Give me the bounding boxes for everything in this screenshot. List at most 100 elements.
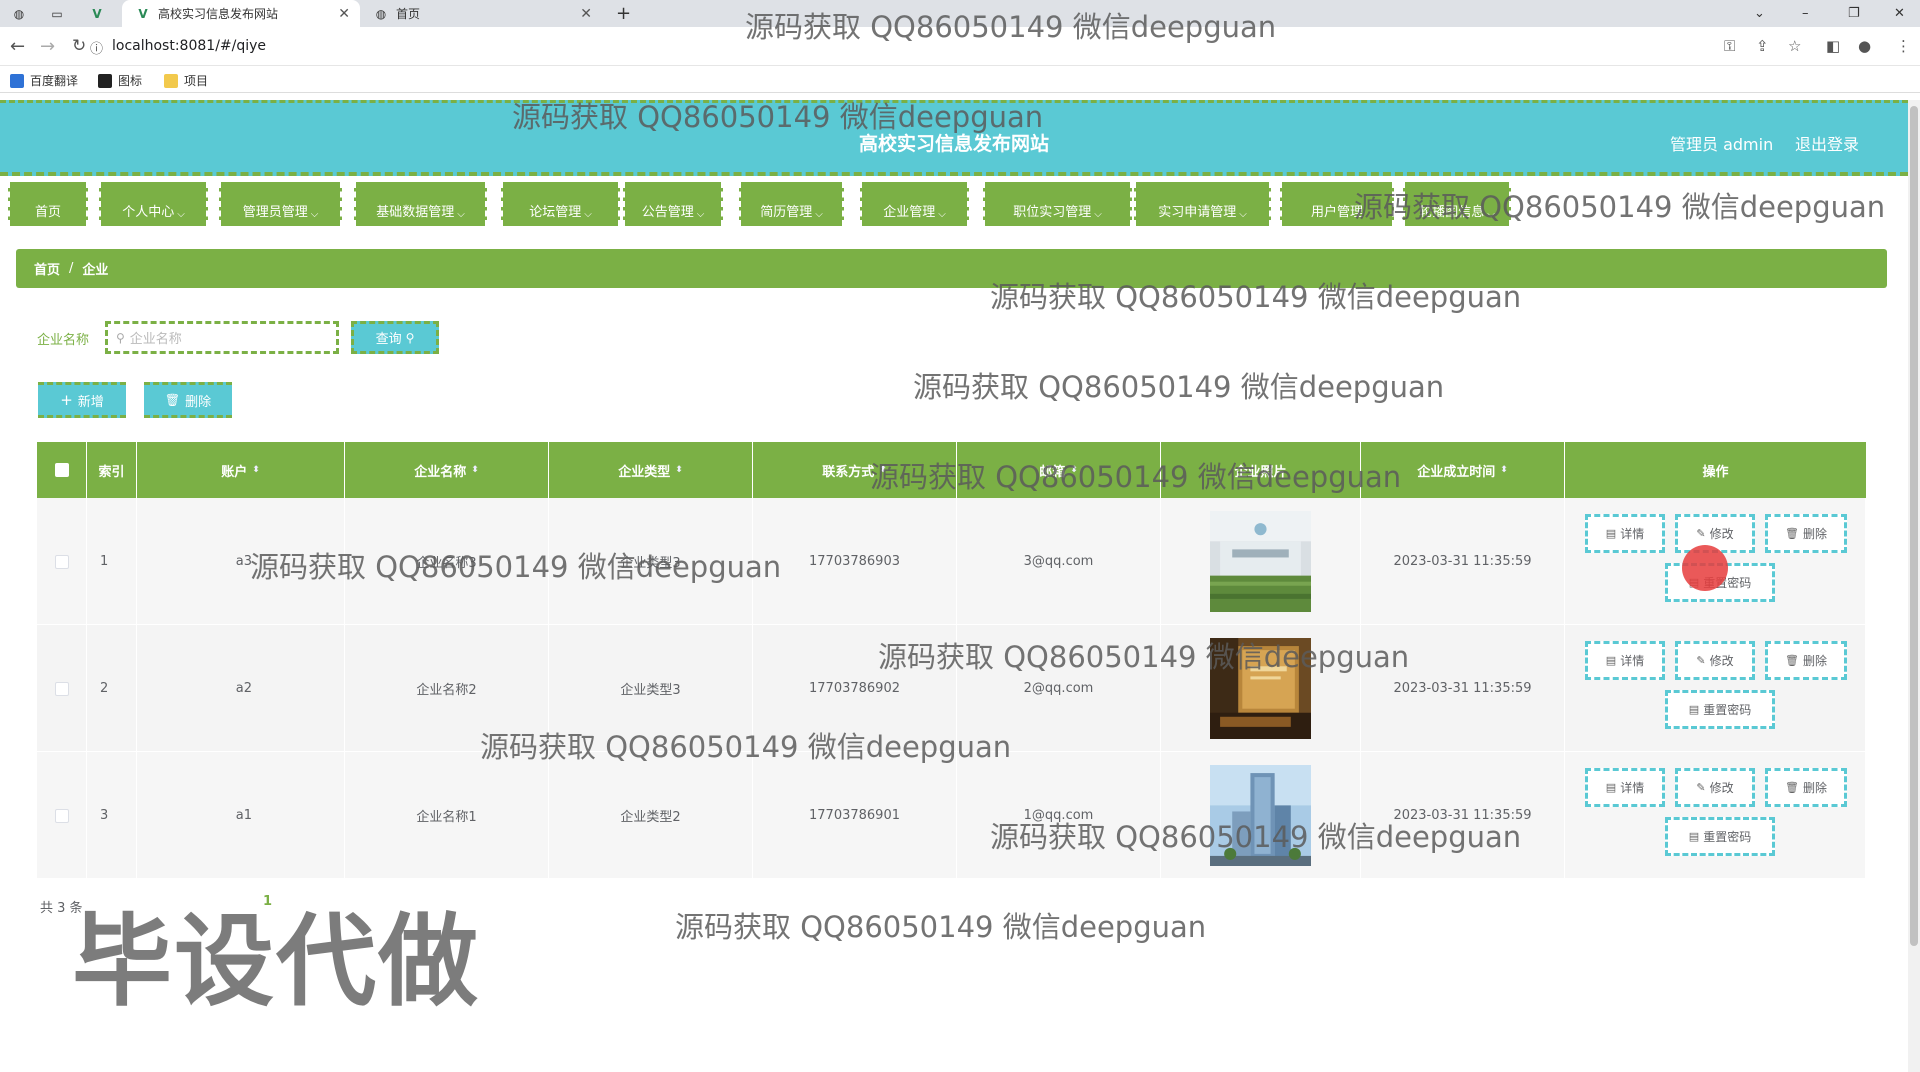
tab-pinned-blank[interactable]: ▭	[44, 0, 78, 27]
detail-button[interactable]: ▤ 详情	[1585, 514, 1665, 553]
tab-home[interactable]: ◍ 首页 ✕	[362, 0, 602, 27]
reload-icon[interactable]: ↻	[72, 36, 86, 56]
tab-pinned-globe[interactable]: ◍	[6, 0, 40, 27]
nav-item-label: 用户管理	[1310, 205, 1363, 220]
cell-company-name: 企业名称3	[345, 498, 549, 625]
action-label: 修改	[1709, 527, 1734, 541]
company-name-search-input[interactable]: ⚲ 企业名称	[105, 321, 339, 354]
share-icon[interactable]: ⇪	[1756, 37, 1769, 55]
vertical-scrollbar[interactable]	[1908, 100, 1920, 1072]
query-button[interactable]: 查询 ⚲	[351, 321, 439, 354]
edit-button[interactable]: ✎ 修改	[1675, 768, 1755, 807]
search-icon: ⚲	[116, 330, 125, 345]
nav-item[interactable]: 用户管理	[1280, 182, 1394, 226]
breadcrumb-home[interactable]: 首页	[34, 259, 60, 278]
scrollbar-thumb[interactable]	[1910, 106, 1918, 946]
cell-company-type: 企业类型2	[549, 752, 753, 879]
document-icon: ▤	[1605, 654, 1617, 667]
col-header[interactable]: 企业类型 ⬍	[549, 442, 753, 498]
delete-button[interactable]: 🗑 删除	[1765, 768, 1847, 807]
nav-item[interactable]: 简历管理 ⌵	[739, 182, 844, 226]
company-photo[interactable]	[1210, 511, 1311, 612]
nav-item[interactable]: 职位实习管理 ⌵	[983, 182, 1132, 226]
col-header[interactable]: 企业名称 ⬍	[345, 442, 549, 498]
sort-icon[interactable]: ⬍	[1070, 465, 1078, 475]
logout-link[interactable]: 退出登录	[1795, 131, 1859, 155]
cell-text: 2@qq.com	[1023, 681, 1094, 696]
key-icon[interactable]: ⚿	[1724, 37, 1735, 55]
bookmark-item[interactable]: 图标	[98, 72, 142, 89]
col-header[interactable]: 联系方式 ⬍	[753, 442, 957, 498]
site-info-icon[interactable]: ⓘ	[90, 38, 103, 57]
nav-item[interactable]: 轮播图信息 ⌵	[1403, 182, 1511, 226]
admin-label: 管理员 admin	[1670, 135, 1774, 154]
delete-button[interactable]: 🗑 删除	[1765, 641, 1847, 680]
bookmark-item[interactable]: 项目	[164, 72, 208, 89]
select-all-checkbox[interactable]	[37, 442, 87, 498]
profile-avatar-icon[interactable]: ●	[1858, 37, 1871, 55]
nav-item[interactable]: 企业管理 ⌵	[860, 182, 969, 226]
detail-button[interactable]: ▤ 详情	[1585, 641, 1665, 680]
add-button[interactable]: + 新增	[38, 382, 126, 418]
translate-icon	[10, 73, 24, 88]
close-tab-icon[interactable]: ✕	[338, 6, 350, 22]
sort-icon[interactable]: ⬍	[471, 465, 479, 475]
nav-item[interactable]: 个人中心 ⌵	[99, 182, 208, 226]
restore-icon[interactable]: ❐	[1848, 0, 1860, 27]
back-arrow-icon[interactable]: ←	[10, 36, 25, 57]
tab-active[interactable]: V 高校实习信息发布网站 ✕	[122, 0, 360, 27]
delete-button[interactable]: 🗑 删除	[1765, 514, 1847, 553]
cell-text: 3	[100, 808, 109, 823]
company-photo[interactable]	[1210, 638, 1311, 739]
nav-item[interactable]: 管理员管理 ⌵	[219, 182, 342, 226]
bookmark-item[interactable]: 百度翻译	[10, 72, 78, 89]
nav-item[interactable]: 公告管理 ⌵	[623, 182, 723, 226]
row-checkbox[interactable]	[37, 498, 87, 625]
sort-icon[interactable]: ⬍	[675, 465, 683, 475]
nav-item-label: 个人中心	[122, 205, 175, 220]
window-close-icon[interactable]: ✕	[1894, 0, 1905, 27]
nav-item[interactable]: 首页	[8, 182, 88, 226]
col-label: 索引	[98, 464, 125, 480]
vue-logo-icon: V	[92, 6, 102, 21]
nav-item[interactable]: 基础数据管理 ⌵	[354, 182, 487, 226]
nav-item-label: 基础数据管理	[376, 205, 455, 220]
kebab-menu-icon[interactable]: ⋮	[1896, 37, 1911, 55]
close-tab-icon[interactable]: ✕	[580, 6, 592, 22]
chevron-down-icon: ⌵	[177, 209, 185, 220]
reset-password-button[interactable]: ▤重置密码	[1665, 690, 1775, 729]
minimize-icon[interactable]: –	[1802, 0, 1809, 27]
cell-text: 17703786903	[809, 554, 900, 569]
col-header[interactable]: 邮箱 ⬍	[957, 442, 1161, 498]
col-header[interactable]: 账户 ⬍	[137, 442, 345, 498]
edit-button[interactable]: ✎ 修改	[1675, 641, 1755, 680]
nav-item[interactable]: 实习申请管理 ⌵	[1134, 182, 1271, 226]
sort-icon[interactable]: ⬍	[879, 465, 887, 475]
new-tab-icon[interactable]: +	[616, 0, 631, 27]
tab-pinned-vue[interactable]: V	[84, 0, 118, 27]
row-checkbox[interactable]	[37, 625, 87, 752]
cell-founded-time: 2023-03-31 11:35:59	[1361, 752, 1565, 879]
checkbox-icon	[54, 681, 69, 696]
col-header[interactable]: 企业成立时间 ⬍	[1361, 442, 1565, 498]
search-label: 企业名称	[37, 333, 90, 348]
document-icon: ▤	[1605, 781, 1617, 794]
watermark-text: 源码获取 QQ86050149 微信deepguan	[913, 370, 1445, 404]
row-checkbox[interactable]	[37, 752, 87, 879]
nav-item[interactable]: 论坛管理 ⌵	[501, 182, 620, 226]
cell-text: a3	[235, 554, 252, 569]
sort-icon[interactable]: ⬍	[1500, 465, 1508, 475]
company-photo[interactable]	[1210, 765, 1311, 866]
batch-delete-button[interactable]: 🗑 删除	[144, 382, 232, 418]
plus-icon: +	[60, 391, 73, 409]
forward-arrow-icon[interactable]: →	[40, 36, 55, 57]
side-panel-icon[interactable]: ◧	[1826, 37, 1840, 55]
cell-email: 2@qq.com	[957, 625, 1161, 752]
cell-text: 2023-03-31 11:35:59	[1393, 808, 1532, 823]
url-field[interactable]: ⓘ localhost:8081/#/qiye	[90, 38, 266, 57]
tab-search-chevron-icon[interactable]: ⌄	[1754, 0, 1765, 27]
bookmark-star-icon[interactable]: ☆	[1788, 37, 1801, 55]
reset-password-button[interactable]: ▤重置密码	[1665, 817, 1775, 856]
sort-icon[interactable]: ⬍	[252, 465, 260, 475]
detail-button[interactable]: ▤ 详情	[1585, 768, 1665, 807]
